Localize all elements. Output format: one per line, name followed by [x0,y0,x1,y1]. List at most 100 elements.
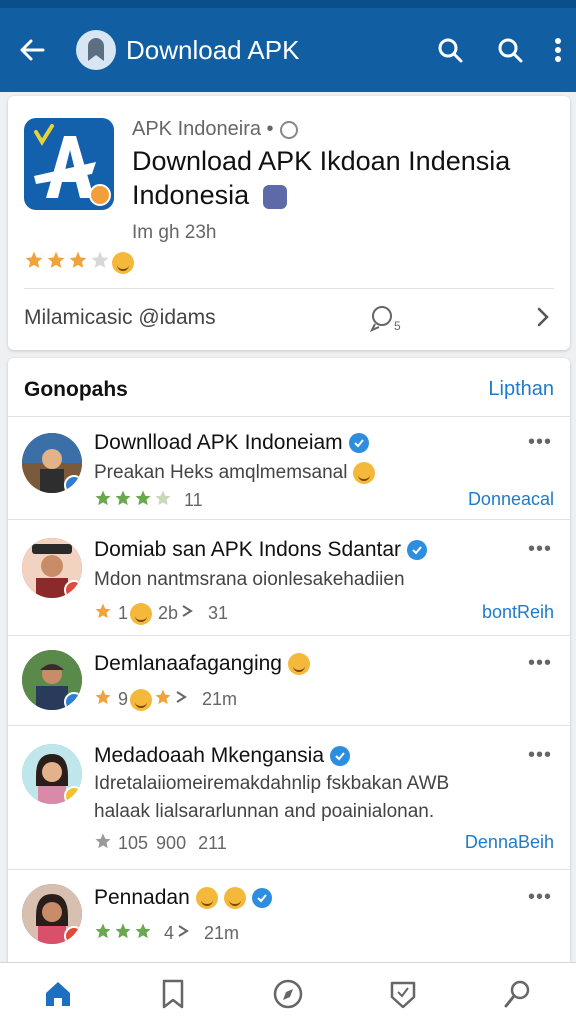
app-title: Download APK Ikdoan Indensia Indonesia [132,144,552,212]
list-item-name: Medadoaah Mkengansia [94,744,350,768]
list-item-description: Preakan Heks amqlmemsanal [94,459,494,487]
list-item-title: Pennadan [94,886,190,909]
list-header: Gonopahs [24,378,128,401]
publisher-label: APK Indoneira • [132,118,274,140]
star-icon [134,489,152,512]
share-icon [176,923,192,944]
avatar[interactable] [22,538,82,598]
more-horizontal-icon[interactable]: ••• [528,538,552,561]
avatar-badge-icon [64,926,82,944]
arrow-left-icon[interactable] [0,8,64,92]
star-icon [154,688,172,711]
smile-emoji-icon [352,461,375,484]
smile-emoji-icon [195,887,218,909]
list-item[interactable]: Pennadan 4 21m ••• [8,870,570,968]
app-badge-icon [89,184,111,206]
more-horizontal-icon[interactable]: ••• [528,744,552,767]
list-item-title: Domiab san APK Indons Sdantar [94,538,402,561]
app-icon[interactable] [24,118,114,210]
more-vertical-icon[interactable] [540,8,576,92]
list-item-count: 11 [184,490,203,510]
app-bar-title: Download APK [126,34,300,65]
avatar[interactable] [22,433,82,493]
list-item-count-a: 105 [118,833,149,853]
list-item-stats: 1 2b 31 [94,602,228,625]
avatar-emoji-icon [262,184,287,209]
list-item-title: Demlanaafaganging [94,652,282,675]
share-icon [180,603,196,624]
list-item[interactable]: Downlload APK Indoneiam Preakan Heks amq… [8,417,570,520]
chevron-right-icon[interactable] [534,306,552,333]
list-item-title: Medadoaah Mkengansia [94,744,324,767]
list-item-name: Domiab san APK Indons Sdantar [94,538,428,562]
comment-icon[interactable]: 5 [369,304,402,337]
list-item[interactable]: Domiab san APK Indons Sdantar Mdon nantm… [8,520,570,636]
smile-emoji-icon [130,688,153,711]
list-item-count-a: 9 [118,689,129,709]
list-item-name: Demlanaafaganging [94,652,310,676]
smile-emoji-icon [130,602,153,625]
list-item[interactable]: Demlanaafaganging 9 21m ••• [8,636,570,726]
list-item-count-b: 2b [158,603,179,623]
list-item-name: Pennadan [94,886,272,910]
list-item-action[interactable]: DennaBeih [465,832,554,853]
smile-emoji-icon [287,653,310,675]
compass-icon[interactable] [230,963,345,1024]
star-icon [134,922,152,945]
app-footer-label[interactable]: Milamicasic @idams [24,306,216,330]
list-item-count-b: 900 [156,833,187,853]
profile-search-icon[interactable] [461,963,576,1024]
list-item-count-a: 1 [118,603,129,623]
shield-icon[interactable] [346,963,461,1024]
avatar[interactable] [22,650,82,710]
bookmark-icon[interactable] [115,963,230,1024]
home-icon[interactable] [0,963,115,1024]
verified-icon [407,540,428,560]
list-item-desc-text: Preakan Heks amqlmemsanal [94,462,348,483]
star-icon [94,688,112,711]
search-icon[interactable] [480,8,540,92]
star-icon [114,922,132,945]
more-horizontal-icon[interactable]: ••• [528,886,552,909]
list-item-count: 211 [198,833,227,853]
list-item-title: Downlload APK Indoneiam [94,431,343,454]
list-header-link[interactable]: Lipthan [488,378,554,401]
list-item-count: 21m [204,923,240,943]
verified-icon [251,888,272,908]
avatar-badge-icon [64,786,82,804]
avatar[interactable] [22,884,82,944]
list-item-count: 21m [202,689,238,709]
list-item-description: Mdon nantmsrana oionlesakehadiien [94,569,405,590]
list-item[interactable]: Medadoaah Mkengansia Idretalaiiomeiremak… [8,726,570,870]
star-icon [46,250,66,275]
list-item-action[interactable]: Donneacal [468,489,554,510]
bottom-navigation [0,962,576,1024]
star-icon [68,250,88,275]
app-title-text: Download APK Ikdoan Indensia Indonesia [132,146,511,210]
comment-count: 5 [394,319,401,332]
list-item-action[interactable]: bontReih [482,602,554,623]
verified-icon [330,746,350,766]
app-publisher: APK Indoneira • [132,118,298,141]
list-item-description: Idretalaiiomeiremakdahnlip fskbakan AWB … [94,773,450,822]
status-bar [0,0,576,8]
app-rating [24,250,134,275]
star-half-icon [154,489,172,512]
divider [24,288,554,289]
app-bar: Download APK [0,8,576,92]
smile-emoji-icon [223,887,246,909]
star-icon [94,489,112,512]
share-icon [174,689,190,710]
star-icon [94,832,112,855]
app-card[interactable]: APK Indoneira • Download APK Ikdoan Inde… [8,96,570,350]
list-item-stats: 4 21m [94,922,239,945]
avatar[interactable] [22,744,82,804]
search-icon[interactable] [420,8,480,92]
avatar-badge-icon [64,580,82,598]
star-icon [94,602,112,625]
list-item-stats: 11 [94,489,203,512]
more-horizontal-icon[interactable]: ••• [528,431,552,454]
avatar-badge-icon [64,692,82,710]
more-horizontal-icon[interactable]: ••• [528,652,552,675]
list-item-count-a: 4 [164,923,175,943]
